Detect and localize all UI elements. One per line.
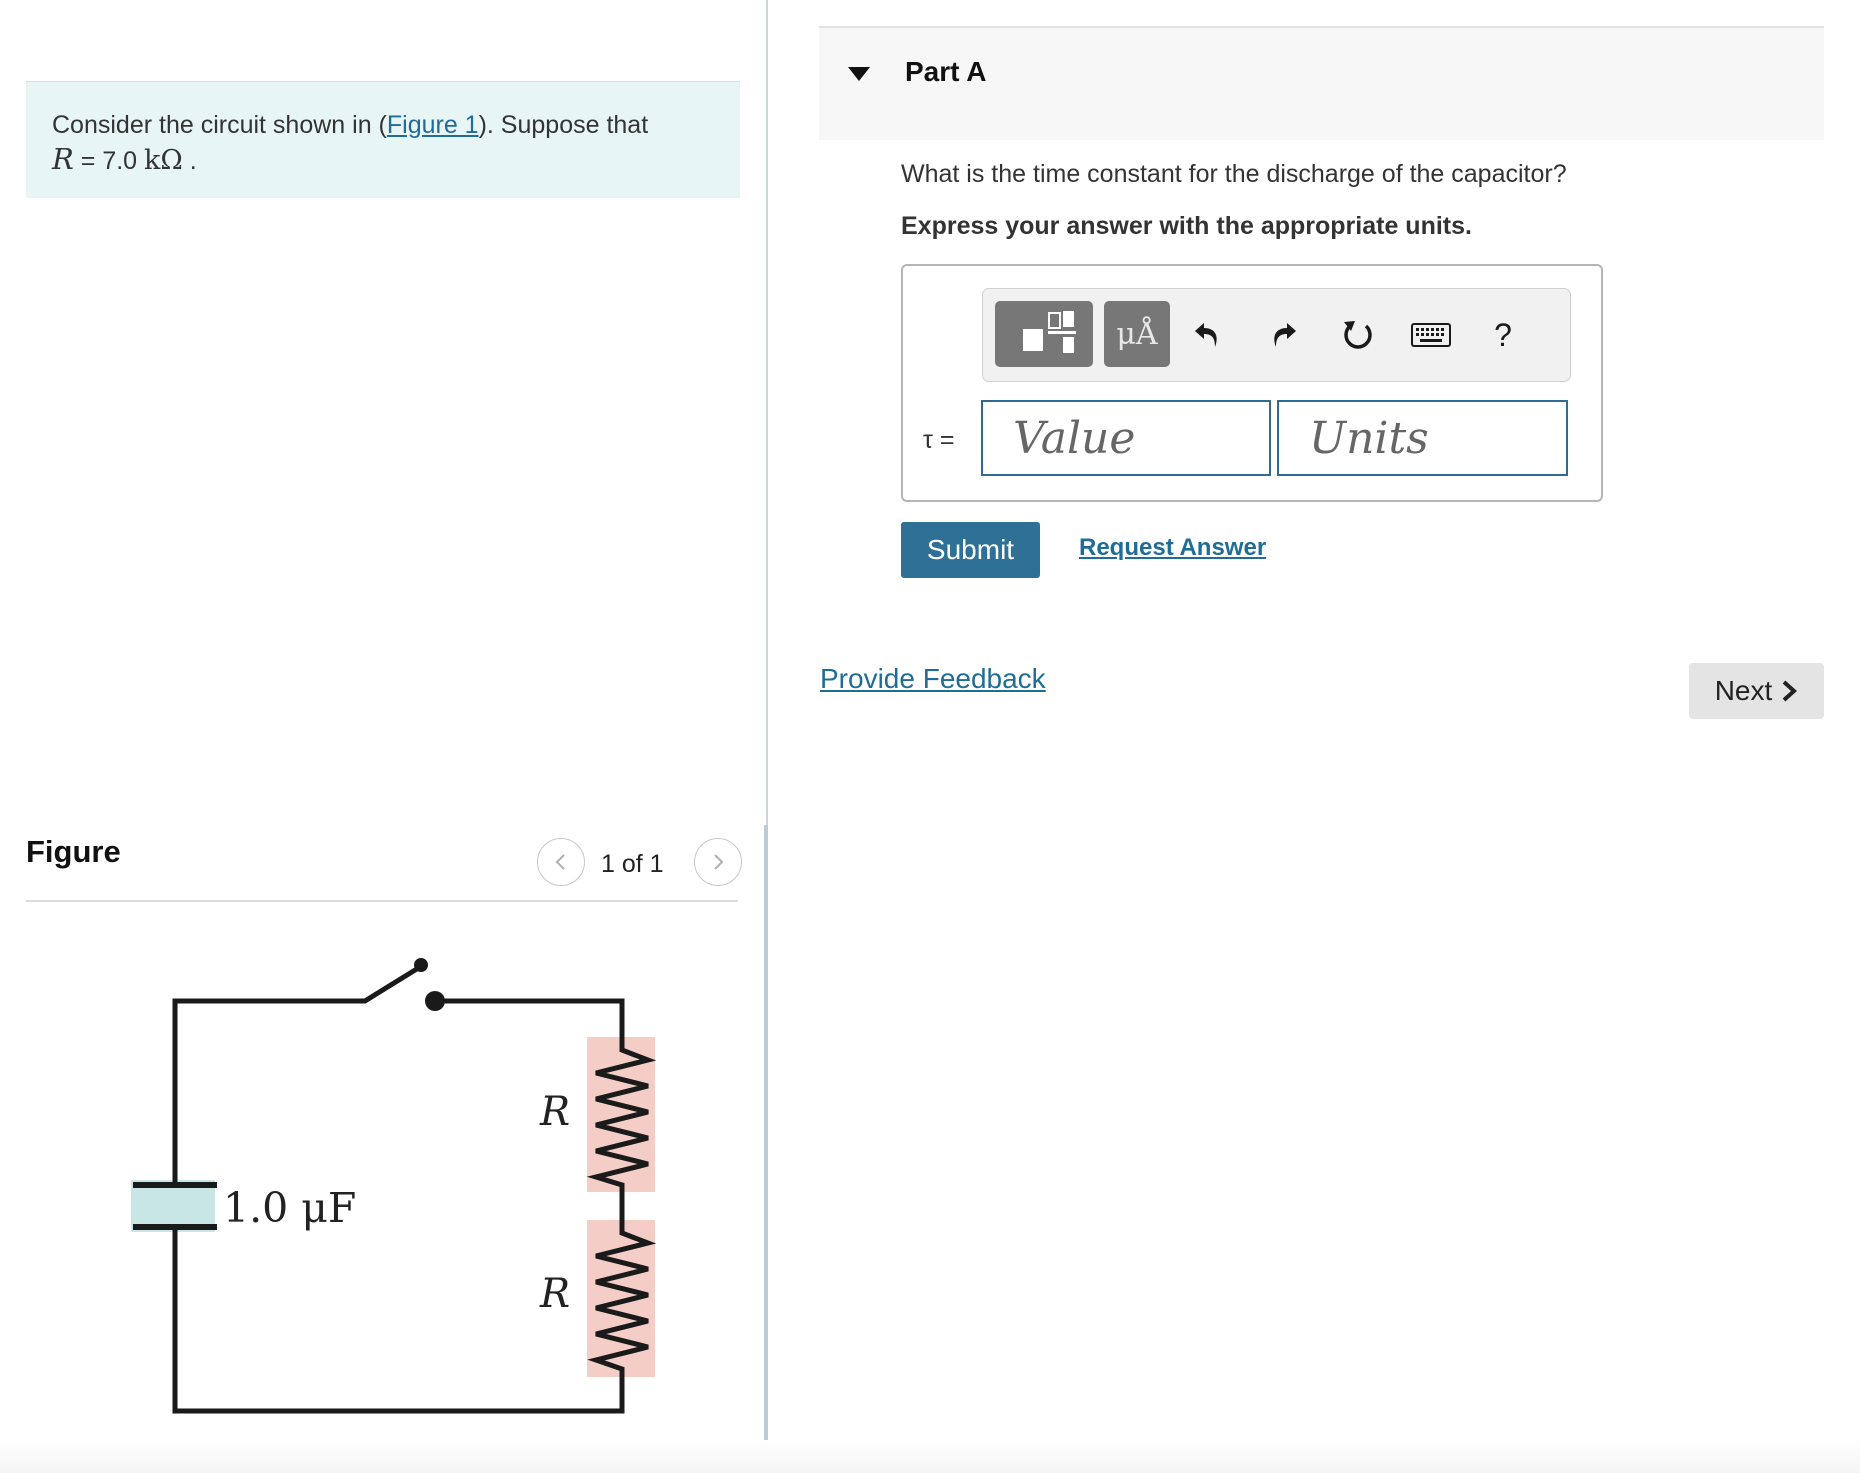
instruction-text: Express your answer with the appropriate… [901, 212, 1472, 240]
chevron-right-icon [1782, 680, 1798, 702]
units-symbol-button[interactable]: μÅ [1104, 301, 1170, 367]
keyboard-icon[interactable] [1409, 319, 1453, 351]
answer-box: μÅ ? τ = [901, 264, 1603, 502]
figure-divider [26, 900, 738, 902]
next-button[interactable]: Next [1689, 663, 1824, 719]
next-figure-button[interactable] [694, 838, 742, 886]
r-variable: R [52, 142, 74, 176]
problem-text-start: Consider the circuit shown in ( [52, 111, 387, 139]
r-value: = 7.0 [73, 147, 145, 175]
figure-link[interactable]: Figure 1 [387, 111, 479, 139]
submit-button[interactable]: Submit [901, 522, 1040, 578]
capacitor-plate-top [133, 1182, 217, 1188]
pane-resize-handle[interactable] [764, 825, 768, 1473]
chevron-left-icon [555, 854, 565, 870]
switch-pivot [414, 958, 428, 972]
collapse-triangle-icon[interactable] [847, 66, 871, 82]
bottom-fade [0, 1440, 1860, 1473]
request-answer-link[interactable]: Request Answer [1079, 534, 1266, 562]
part-a-header[interactable]: Part A [819, 26, 1824, 140]
r-unit: kΩ [144, 145, 183, 176]
math-toolbar: μÅ ? [982, 288, 1571, 382]
switch-contact [425, 991, 445, 1011]
circuit-diagram: 1.0 μF R R [131, 958, 657, 1414]
problem-statement: Consider the circuit shown in (Figure 1)… [26, 81, 740, 198]
resistor-label-bottom: R [539, 1271, 570, 1317]
units-input[interactable] [1277, 400, 1568, 476]
help-button[interactable]: ? [1483, 313, 1523, 357]
previous-figure-button[interactable] [537, 838, 585, 886]
reset-icon[interactable] [1338, 314, 1378, 356]
problem-text-end: ). Suppose that [478, 111, 649, 139]
chevron-right-icon [714, 854, 724, 870]
problem-text: Consider the circuit shown in (Figure 1)… [52, 110, 648, 140]
redo-icon[interactable] [1263, 315, 1303, 355]
question-text: What is the time constant for the discha… [901, 160, 1567, 188]
capacitor-label: 1.0 μF [223, 1184, 356, 1232]
figure-heading: Figure [26, 834, 121, 869]
figure-pager-label: 1 of 1 [601, 850, 664, 878]
resistor-label-top: R [539, 1089, 570, 1135]
next-button-label: Next [1714, 675, 1773, 706]
provide-feedback-link[interactable]: Provide Feedback [820, 663, 1046, 695]
resistance-equation: R = 7.0 kΩ . [52, 142, 197, 176]
value-input[interactable] [981, 400, 1271, 476]
fraction-template-icon [1023, 311, 1076, 353]
left-pane: Consider the circuit shown in (Figure 1)… [0, 0, 766, 1473]
templates-button[interactable] [995, 301, 1093, 367]
capacitor-plate-bottom [133, 1224, 217, 1230]
tau-label: τ = [923, 426, 955, 454]
r-period: . [182, 147, 197, 175]
undo-icon[interactable] [1188, 315, 1228, 355]
part-a-title: Part A [905, 56, 987, 87]
